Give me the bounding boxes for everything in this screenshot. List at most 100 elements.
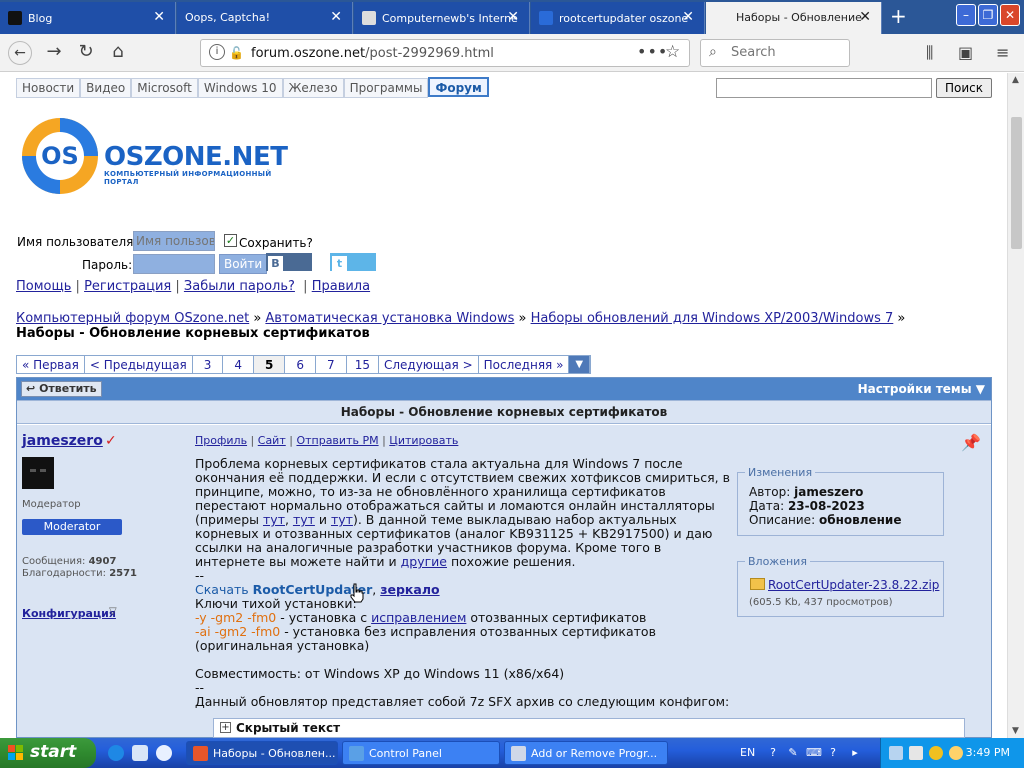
close-tab-icon[interactable]: ✕ xyxy=(330,10,342,24)
close-window-button[interactable]: ✕ xyxy=(1000,4,1020,26)
network-icon[interactable] xyxy=(889,746,903,760)
profile-link[interactable]: Профиль xyxy=(195,434,247,447)
help-question-icon[interactable]: ? xyxy=(826,746,840,760)
forward-arrow-icon[interactable]: → xyxy=(42,41,66,65)
task-add-remove[interactable]: Add or Remove Progr... xyxy=(504,741,668,765)
scrollbar-thumb[interactable] xyxy=(1011,117,1022,249)
pager-next[interactable]: Следующая > xyxy=(379,356,479,373)
back-arrow-icon[interactable]: ← xyxy=(8,41,32,65)
rules-link[interactable]: Правила xyxy=(312,279,370,294)
pager-page[interactable]: 3 xyxy=(193,356,224,373)
breadcrumb-updatepacks[interactable]: Наборы обновлений для Windows XP/2003/Wi… xyxy=(531,311,894,326)
attachment-link[interactable]: RootCertUpdater-23.8.22.zip xyxy=(768,578,939,592)
tab-rootcertupdater[interactable]: rootcertupdater oszone ✕ xyxy=(531,2,705,34)
tab-blog[interactable]: Blog ✕ xyxy=(0,2,176,34)
nav-news[interactable]: Новости xyxy=(16,78,81,98)
page-actions-icon[interactable]: ••• xyxy=(637,42,668,61)
other-solutions-link[interactable]: другие xyxy=(401,554,447,569)
quote-link[interactable]: Цитировать xyxy=(389,434,458,447)
pager-last[interactable]: Последняя » xyxy=(479,356,570,373)
twitter-login-button[interactable]: tВойти xyxy=(330,253,376,284)
tab-computernewb[interactable]: Computernewb's Interne ✕ xyxy=(354,2,530,34)
close-tab-icon[interactable]: ✕ xyxy=(153,10,165,24)
config-link[interactable]: Конфигурация xyxy=(22,607,116,620)
spoiler-box[interactable]: + Скрытый текст xyxy=(213,718,965,738)
scroll-down-icon[interactable]: ▼ xyxy=(1012,726,1019,736)
breadcrumb-unattended[interactable]: Автоматическая установка Windows xyxy=(265,311,514,326)
pager-page[interactable]: 6 xyxy=(285,356,317,373)
reply-button[interactable]: ↩ Ответить xyxy=(21,381,102,397)
reload-icon[interactable]: ↻ xyxy=(74,41,98,65)
minimize-button[interactable]: – xyxy=(956,4,976,26)
nav-forum[interactable]: Форум xyxy=(428,77,489,97)
post-author-link[interactable]: jameszero xyxy=(22,433,103,449)
page-scrollbar[interactable]: ▲ ▼ xyxy=(1007,73,1024,738)
send-pm-link[interactable]: Отправить PM xyxy=(296,434,378,447)
media-quicklaunch-icon[interactable] xyxy=(156,745,172,761)
language-bar-options-icon[interactable]: ▸ xyxy=(848,746,862,760)
site-logo[interactable]: OS OSZONE.NET КОМПЬЮТЕРНЫЙ ИНФОРМАЦИОННЫ… xyxy=(20,116,288,196)
start-button[interactable]: start xyxy=(0,738,96,768)
security-icon[interactable] xyxy=(929,746,943,760)
library-icon[interactable]: ⫼ xyxy=(926,43,933,63)
nav-video[interactable]: Видео xyxy=(80,78,132,98)
menu-hamburger-icon[interactable]: ≡ xyxy=(996,43,1009,62)
nav-programs[interactable]: Программы xyxy=(343,78,429,98)
fix-link[interactable]: исправлением xyxy=(371,610,466,625)
example-link[interactable]: тут xyxy=(263,512,285,527)
language-indicator[interactable]: EN xyxy=(740,746,755,759)
register-link[interactable]: Регистрация xyxy=(84,279,171,294)
pager-page[interactable]: 15 xyxy=(347,356,379,373)
task-firefox[interactable]: Наборы - Обновлен... xyxy=(186,741,338,765)
url-bar[interactable]: i 🔓 forum.oszone.net/post-2992969.html •… xyxy=(200,39,690,67)
search-tray-icon[interactable] xyxy=(949,746,963,760)
close-tab-icon[interactable]: ✕ xyxy=(507,10,519,24)
breadcrumb-forum[interactable]: Компьютерный форум OSzone.net xyxy=(16,311,249,326)
task-control-panel[interactable]: Control Panel xyxy=(342,741,500,765)
tab-naboru[interactable]: Наборы - Обновление ✕ xyxy=(706,2,882,34)
pager-page[interactable]: 4 xyxy=(223,356,255,373)
remember-checkbox[interactable]: ✓ xyxy=(224,234,237,247)
nav-hardware[interactable]: Железо xyxy=(282,78,344,98)
explorer-quicklaunch-icon[interactable] xyxy=(132,745,148,761)
avatar[interactable] xyxy=(22,457,54,489)
close-tab-icon[interactable]: ✕ xyxy=(859,10,871,24)
site-search-input[interactable] xyxy=(716,78,932,98)
username-input[interactable] xyxy=(133,231,215,251)
new-tab-plus-icon[interactable]: + xyxy=(890,4,907,28)
forgot-password-link[interactable]: Забыли пароль? xyxy=(184,279,295,294)
close-tab-icon[interactable]: ✕ xyxy=(682,10,694,24)
keyboard-icon[interactable]: ⌨ xyxy=(806,746,822,760)
ie-quicklaunch-icon[interactable] xyxy=(108,745,124,761)
volume-icon[interactable] xyxy=(909,746,923,760)
bookmark-star-icon[interactable]: ☆ xyxy=(665,42,680,62)
site-search-button[interactable]: Поиск xyxy=(936,78,992,98)
example-link[interactable]: тут xyxy=(331,512,353,527)
browser-search-input[interactable] xyxy=(731,45,841,60)
info-icon[interactable]: i xyxy=(209,44,225,60)
insecure-lock-icon[interactable]: 🔓 xyxy=(229,46,244,60)
password-input[interactable] xyxy=(133,254,215,274)
expand-plus-icon[interactable]: + xyxy=(220,722,231,733)
home-icon[interactable]: ⌂ xyxy=(106,41,130,65)
thread-settings-menu[interactable]: Настройки темы ▼ xyxy=(858,382,985,396)
pager-first[interactable]: « Первая xyxy=(17,356,85,373)
url-text[interactable]: forum.oszone.net/post-2992969.html xyxy=(251,46,494,61)
example-link[interactable]: тут xyxy=(293,512,315,527)
browser-search-box[interactable]: ⌕ xyxy=(700,39,850,67)
login-button[interactable]: Войти xyxy=(219,254,268,274)
scroll-up-icon[interactable]: ▲ xyxy=(1012,75,1019,85)
nav-windows10[interactable]: Windows 10 xyxy=(197,78,283,98)
sidebar-icon[interactable]: ▣ xyxy=(958,43,973,62)
tab-captcha[interactable]: Oops, Captcha! ✕ xyxy=(177,2,353,34)
nav-microsoft[interactable]: Microsoft xyxy=(131,78,198,98)
mirror-link[interactable]: зеркало xyxy=(380,582,439,597)
pager-menu-chevron-down-icon[interactable]: ▼ xyxy=(569,356,591,373)
help-link[interactable]: Помощь xyxy=(16,279,71,294)
pen-icon[interactable]: ✎ xyxy=(786,746,800,760)
pager-prev[interactable]: < Предыдущая xyxy=(85,356,193,373)
maximize-button[interactable]: ❐ xyxy=(978,4,998,26)
pager-page[interactable]: 7 xyxy=(316,356,347,373)
vk-login-button[interactable]: BВойти xyxy=(266,253,312,284)
help-icon[interactable]: ? xyxy=(766,746,780,760)
